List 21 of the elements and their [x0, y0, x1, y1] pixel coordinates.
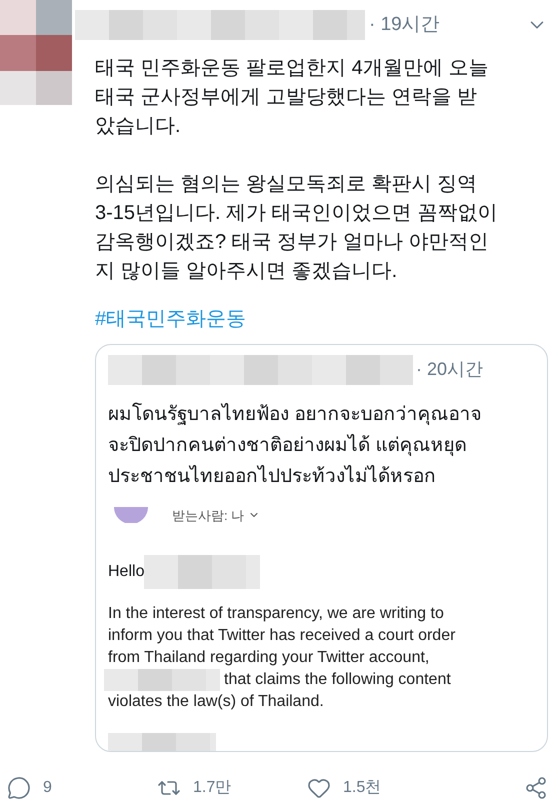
action-count: 9	[43, 778, 52, 798]
action-count: 1.7만	[193, 778, 232, 798]
tweet-time: · 19시간	[369, 12, 440, 36]
quoted-tweet-card[interactable]	[95, 344, 548, 752]
greeting-text: Hello	[108, 562, 144, 582]
email-text-line: from Thailand regarding your Twitter account,	[108, 648, 430, 668]
recipient-label: 받는사람: 나	[172, 506, 244, 524]
email-text-line: violates the law(s) of Thailand.	[108, 692, 324, 712]
heart-icon[interactable]	[307, 776, 331, 800]
quoted-text: ผมโดนรัฐบาลไทยฟ้อง อยากจะบอกว่าคุณอาจ จะปิดปากคนต่างชาติอย่างผมได้ แต่คุณหยุด ประชาชนไทยออกไปประท้วงไม่ได้หรอก	[108, 402, 482, 488]
tweet-time: · 20시간	[416, 358, 484, 381]
tweet-text: 의심되는 혐의는 왕실모독죄로 확판시 징역 3-15년입니다. 제가 태국인이었으면 꼼짝없이 감옥행이겠죠? 태국 정부가 얼마나 야만적인 지 많이들 알아주시면 좋겠습니다.	[95, 172, 498, 284]
share-icon[interactable]	[524, 776, 548, 800]
tweet-text: 태국 민주화운동 팔로업한지 4개월만에 오늘 태국 군사정부에게 고발당했다는 연락을 받 았습니다.	[95, 56, 490, 138]
hashtag-link[interactable]: #태국민주화운동	[95, 304, 246, 334]
email-text-line: In the interest of transparency, we are writing to	[108, 604, 444, 624]
avatar	[114, 507, 148, 524]
email-text-line: that claims the following content	[224, 670, 451, 690]
email-text-line: inform you that Twitter has received a court order	[108, 626, 456, 646]
action-count: 1.5천	[343, 778, 382, 798]
reply-icon[interactable]	[7, 776, 31, 800]
